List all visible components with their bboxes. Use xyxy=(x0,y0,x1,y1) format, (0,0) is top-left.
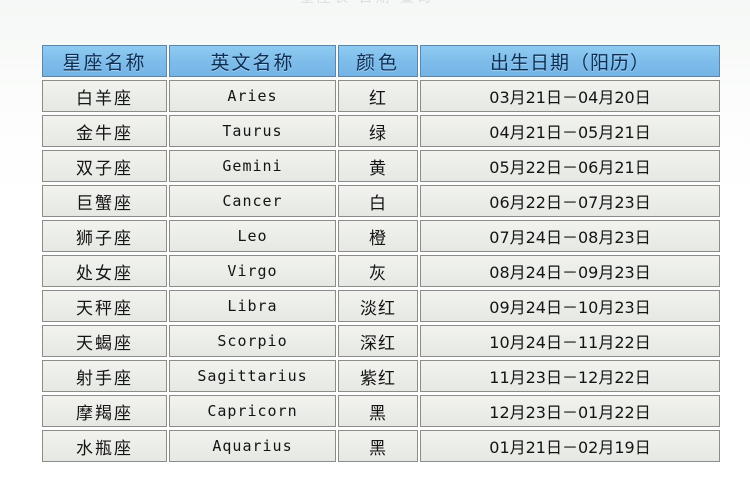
cell-birth-date: 09月24日－10月23日 xyxy=(420,290,720,322)
cell-color: 灰 xyxy=(338,255,418,287)
cell-zodiac-name: 水瓶座 xyxy=(42,430,167,462)
header-birth-date: 出生日期（阳历） xyxy=(420,45,720,77)
cell-zodiac-name: 巨蟹座 xyxy=(42,185,167,217)
table-row: 白羊座 Aries 红 03月21日－04月20日 xyxy=(42,80,720,112)
table-row: 水瓶座 Aquarius 黑 01月21日－02月19日 xyxy=(42,430,720,462)
header-zodiac-name: 星座名称 xyxy=(42,45,167,77)
cell-birth-date: 04月21日－05月21日 xyxy=(420,115,720,147)
cell-birth-date: 01月21日－02月19日 xyxy=(420,430,720,462)
cell-color: 黄 xyxy=(338,150,418,182)
cell-color: 白 xyxy=(338,185,418,217)
page-root: 星座表 日期 查询 星座名称 英文名称 颜色 出生日期（阳历） 白羊座 xyxy=(0,0,750,500)
cell-color: 橙 xyxy=(338,220,418,252)
cell-english-name: Capricorn xyxy=(169,395,336,427)
cell-birth-date: 06月22日－07月23日 xyxy=(420,185,720,217)
cell-birth-date: 10月24日－11月22日 xyxy=(420,325,720,357)
cell-color: 紫红 xyxy=(338,360,418,392)
table-row: 双子座 Gemini 黄 05月22日－06月21日 xyxy=(42,150,720,182)
cell-color: 淡红 xyxy=(338,290,418,322)
cell-color: 黑 xyxy=(338,430,418,462)
cell-english-name: Sagittarius xyxy=(169,360,336,392)
cell-english-name: Virgo xyxy=(169,255,336,287)
table-row: 摩羯座 Capricorn 黑 12月23日－01月22日 xyxy=(42,395,720,427)
clipped-title-ghost: 星座表 日期 查询 xyxy=(300,0,434,7)
cell-birth-date: 05月22日－06月21日 xyxy=(420,150,720,182)
table-row: 天秤座 Libra 淡红 09月24日－10月23日 xyxy=(42,290,720,322)
cell-english-name: Aries xyxy=(169,80,336,112)
cell-color: 黑 xyxy=(338,395,418,427)
cell-english-name: Taurus xyxy=(169,115,336,147)
cell-english-name: Leo xyxy=(169,220,336,252)
table-row: 天蝎座 Scorpio 深红 10月24日－11月22日 xyxy=(42,325,720,357)
cell-english-name: Aquarius xyxy=(169,430,336,462)
top-clipped-text-strip: 星座表 日期 查询 xyxy=(0,0,750,14)
table-row: 金牛座 Taurus 绿 04月21日－05月21日 xyxy=(42,115,720,147)
table-row: 处女座 Virgo 灰 08月24日－09月23日 xyxy=(42,255,720,287)
cell-zodiac-name: 处女座 xyxy=(42,255,167,287)
cell-birth-date: 03月21日－04月20日 xyxy=(420,80,720,112)
header-color: 颜色 xyxy=(338,45,418,77)
table-header-row: 星座名称 英文名称 颜色 出生日期（阳历） xyxy=(42,45,720,77)
cell-color: 深红 xyxy=(338,325,418,357)
cell-english-name: Libra xyxy=(169,290,336,322)
cell-color: 绿 xyxy=(338,115,418,147)
table-row: 射手座 Sagittarius 紫红 11月23日－12月22日 xyxy=(42,360,720,392)
cell-birth-date: 12月23日－01月22日 xyxy=(420,395,720,427)
cell-birth-date: 07月24日－08月23日 xyxy=(420,220,720,252)
table-header: 星座名称 英文名称 颜色 出生日期（阳历） xyxy=(42,45,720,77)
cell-color: 红 xyxy=(338,80,418,112)
cell-zodiac-name: 双子座 xyxy=(42,150,167,182)
cell-english-name: Gemini xyxy=(169,150,336,182)
cell-zodiac-name: 狮子座 xyxy=(42,220,167,252)
cell-zodiac-name: 摩羯座 xyxy=(42,395,167,427)
cell-zodiac-name: 天蝎座 xyxy=(42,325,167,357)
table-row: 狮子座 Leo 橙 07月24日－08月23日 xyxy=(42,220,720,252)
table-body: 白羊座 Aries 红 03月21日－04月20日 金牛座 Taurus 绿 0… xyxy=(42,80,720,462)
cell-zodiac-name: 白羊座 xyxy=(42,80,167,112)
cell-birth-date: 08月24日－09月23日 xyxy=(420,255,720,287)
zodiac-table-container: 星座名称 英文名称 颜色 出生日期（阳历） 白羊座 Aries 红 03月21日… xyxy=(40,42,720,465)
cell-english-name: Cancer xyxy=(169,185,336,217)
header-english-name: 英文名称 xyxy=(169,45,336,77)
cell-birth-date: 11月23日－12月22日 xyxy=(420,360,720,392)
table-row: 巨蟹座 Cancer 白 06月22日－07月23日 xyxy=(42,185,720,217)
cell-english-name: Scorpio xyxy=(169,325,336,357)
cell-zodiac-name: 射手座 xyxy=(42,360,167,392)
cell-zodiac-name: 天秤座 xyxy=(42,290,167,322)
cell-zodiac-name: 金牛座 xyxy=(42,115,167,147)
zodiac-table: 星座名称 英文名称 颜色 出生日期（阳历） 白羊座 Aries 红 03月21日… xyxy=(40,42,722,465)
